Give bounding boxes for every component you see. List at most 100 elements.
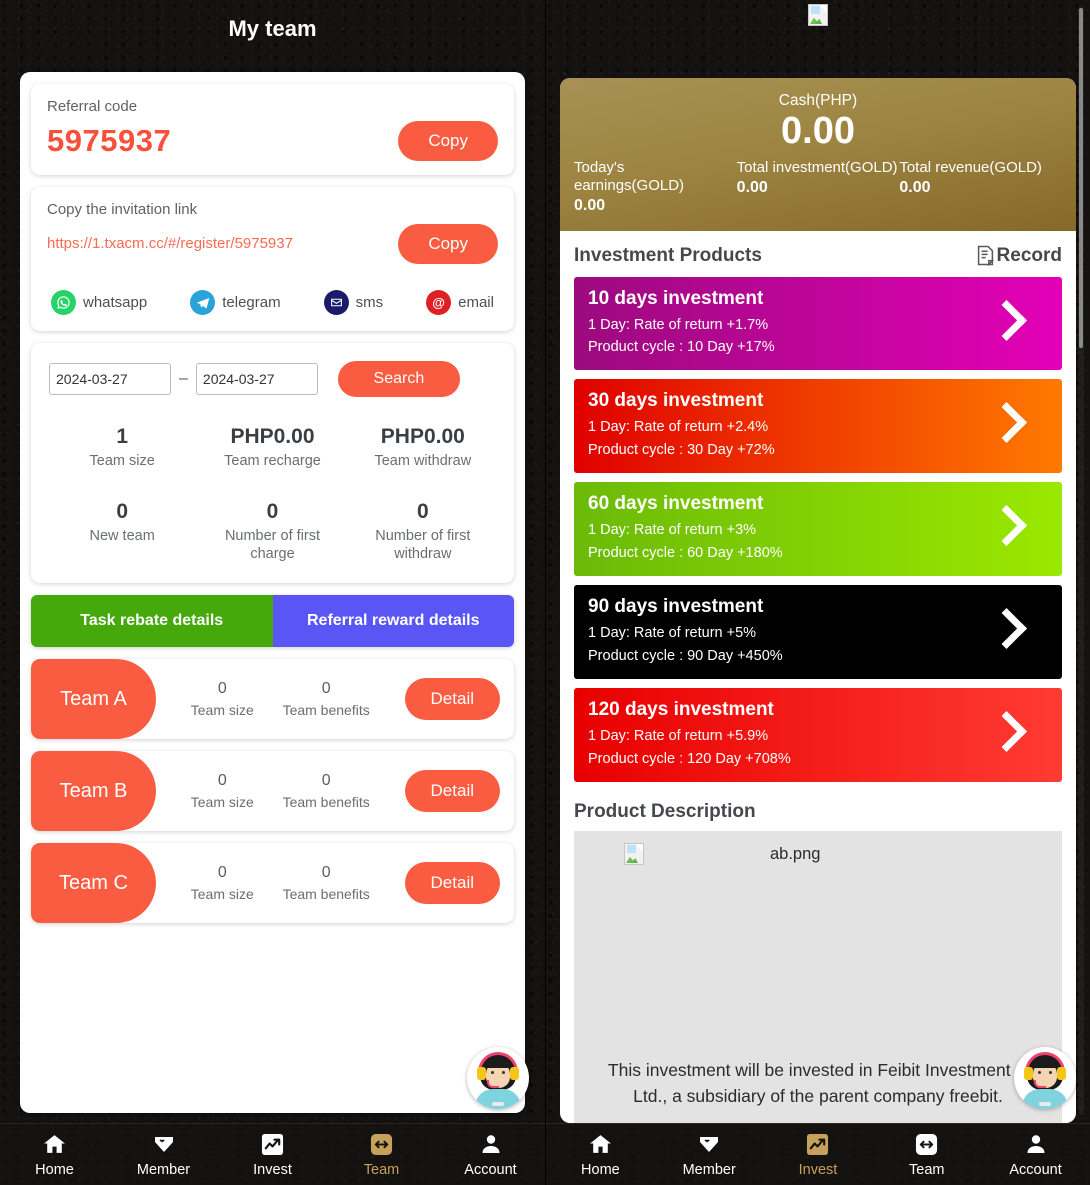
product-description-header: Product Description (560, 791, 1076, 831)
copy-invitation-link-button[interactable]: Copy (398, 224, 498, 264)
date-from-input[interactable] (49, 363, 171, 395)
team-a-stats: 0 Team size 0 Team benefits (156, 680, 405, 718)
copy-referral-code-button[interactable]: Copy (398, 121, 498, 161)
stat-first-withdraw: 0 Number of first withdraw (348, 500, 498, 563)
product-120-rate: 1 Day: Rate of return +5.9% (588, 728, 769, 745)
broken-image-icon (624, 843, 644, 866)
cash-amount: 0.00 (781, 110, 855, 152)
team-a-badge: Team A (31, 659, 156, 740)
team-c-benefits: 0 Team benefits (283, 864, 370, 902)
team-stats-row-1: 1 Team size PHP0.00 Team recharge PHP0.0… (47, 425, 498, 470)
team-a-size: 0 Team size (191, 680, 254, 718)
chevron-right-icon (990, 610, 1016, 654)
product-card-10-days[interactable]: 10 days investment 1 Day: Rate of return… (574, 276, 1062, 371)
nav-item-home[interactable]: Home (546, 1131, 655, 1178)
team-c-detail-button[interactable]: Detail (404, 862, 500, 905)
product-30-rate: 1 Day: Rate of return +2.4% (588, 419, 769, 436)
chevron-right-icon (990, 404, 1016, 448)
document-record-icon (977, 245, 994, 267)
stat-first-charge-value: 0 (266, 500, 279, 524)
share-whatsapp[interactable]: whatsapp (51, 290, 147, 315)
nav-label-account: Account (1009, 1162, 1062, 1178)
product-60-cycle: Product cycle : 60 Day +180% (588, 544, 783, 561)
left-panel-my-team: My team Referral code 5975937 Copy Copy … (0, 0, 545, 1185)
product-120-cycle: Product cycle : 120 Day +708% (588, 750, 791, 767)
nav-label-team: Team (909, 1162, 945, 1178)
sms-icon (323, 290, 349, 315)
team-stats-card: – Search 1 Team size PHP0.00 Team rechar… (31, 343, 514, 584)
team-row-c[interactable]: Team C 0 Team size 0 Team benefits Detai… (31, 843, 514, 924)
details-tab-pair: Task rebate details Referral reward deta… (31, 595, 514, 648)
share-email[interactable]: @ email (426, 290, 494, 315)
task-rebate-details-button[interactable]: Task rebate details (31, 595, 273, 648)
description-text-line-1: This investment will be invested in Feib… (607, 1059, 1029, 1080)
team-row-a[interactable]: Team A 0 Team size 0 Team benefits Detai… (31, 659, 514, 740)
product-card-60-days[interactable]: 60 days investment 1 Day: Rate of return… (574, 482, 1062, 577)
description-image-filename: ab.png (770, 844, 821, 863)
team-a-size-caption: Team size (190, 702, 254, 719)
nav-item-team[interactable]: Team (872, 1131, 981, 1178)
record-label: Record (996, 244, 1062, 266)
team-stats-row-2: 0 New team 0 Number of first charge 0 Nu… (47, 500, 498, 563)
stat-first-charge: 0 Number of first charge (197, 500, 347, 563)
customer-support-avatar[interactable] (1014, 1047, 1076, 1109)
customer-support-avatar[interactable] (467, 1047, 529, 1109)
nav-item-member[interactable]: Member (655, 1131, 764, 1178)
team-a-detail-button[interactable]: Detail (404, 678, 500, 721)
team-c-size: 0 Team size (191, 864, 254, 902)
investment-products-list: 10 days investment 1 Day: Rate of return… (560, 276, 1076, 792)
referral-reward-details-button[interactable]: Referral reward details (272, 595, 514, 648)
avatar-collar (492, 1102, 504, 1106)
total-revenue-value: 0.00 (899, 178, 931, 196)
headset-earcup-right (510, 1067, 519, 1080)
team-b-detail-button[interactable]: Detail (404, 770, 500, 813)
home-icon (42, 1131, 68, 1157)
chevron-right-icon (990, 713, 1016, 757)
share-whatsapp-label: whatsapp (83, 294, 148, 311)
nav-label-home: Home (581, 1162, 620, 1178)
vertical-scrollbar[interactable] (1078, 6, 1084, 1115)
broken-image-corner (635, 844, 643, 853)
nav-label-team: Team (363, 1162, 400, 1178)
stat-new-team-value: 0 (116, 500, 128, 524)
nav-item-member[interactable]: Member (109, 1131, 218, 1178)
share-sms[interactable]: sms (323, 290, 384, 315)
bottom-navigation-right: Home Member Invest Team Account (546, 1123, 1090, 1185)
team-b-size-value: 0 (217, 772, 227, 790)
stat-team-recharge-caption: Team recharge (224, 453, 321, 469)
nav-item-team[interactable]: Team (327, 1131, 436, 1178)
share-telegram-label: telegram (222, 294, 281, 311)
share-options-row: whatsapp telegram sms @ email (47, 276, 498, 317)
product-60-rate: 1 Day: Rate of return +3% (588, 522, 757, 539)
share-sms-label: sms (355, 294, 384, 311)
product-card-90-days[interactable]: 90 days investment 1 Day: Rate of return… (574, 585, 1062, 680)
nav-item-home[interactable]: Home (0, 1131, 109, 1178)
description-text-line-2: Ltd., a subsidiary of the parent company… (633, 1085, 1003, 1106)
nav-item-invest[interactable]: Invest (764, 1131, 873, 1178)
product-90-title: 90 days investment (588, 596, 764, 618)
share-telegram[interactable]: telegram (190, 290, 281, 315)
headset-mic-icon (487, 1080, 499, 1088)
stat-first-charge-caption: Number of first charge (224, 528, 321, 563)
record-link[interactable]: Record (977, 245, 1062, 267)
product-30-title: 30 days investment (588, 390, 764, 412)
referral-code-label: Referral code (47, 98, 138, 115)
date-to-input[interactable] (195, 363, 318, 395)
team-b-size: 0 Team size (191, 772, 254, 810)
product-10-title: 10 days investment (588, 287, 764, 309)
team-row-b[interactable]: Team B 0 Team size 0 Team benefits Detai… (31, 751, 514, 832)
nav-item-account[interactable]: Account (981, 1131, 1090, 1178)
nav-item-account[interactable]: Account (436, 1131, 545, 1178)
product-card-30-days[interactable]: 30 days investment 1 Day: Rate of return… (574, 379, 1062, 474)
investment-products-header: Investment Products Record (560, 231, 1076, 277)
scrollbar-thumb[interactable] (1079, 8, 1083, 348)
right-content-shell: Cash(PHP) 0.00 Today's earnings(GOLD) 0.… (560, 78, 1076, 1123)
product-card-120-days[interactable]: 120 days investment 1 Day: Rate of retur… (574, 688, 1062, 783)
page-title: My team (228, 16, 317, 41)
avatar-body (475, 1089, 521, 1109)
balance-col-total-investment: Total investment(GOLD) 0.00 (737, 159, 900, 215)
search-button[interactable]: Search (337, 361, 460, 397)
team-c-badge: Team C (31, 843, 156, 924)
product-90-cycle: Product cycle : 90 Day +450% (588, 647, 783, 664)
nav-item-invest[interactable]: Invest (218, 1131, 327, 1178)
